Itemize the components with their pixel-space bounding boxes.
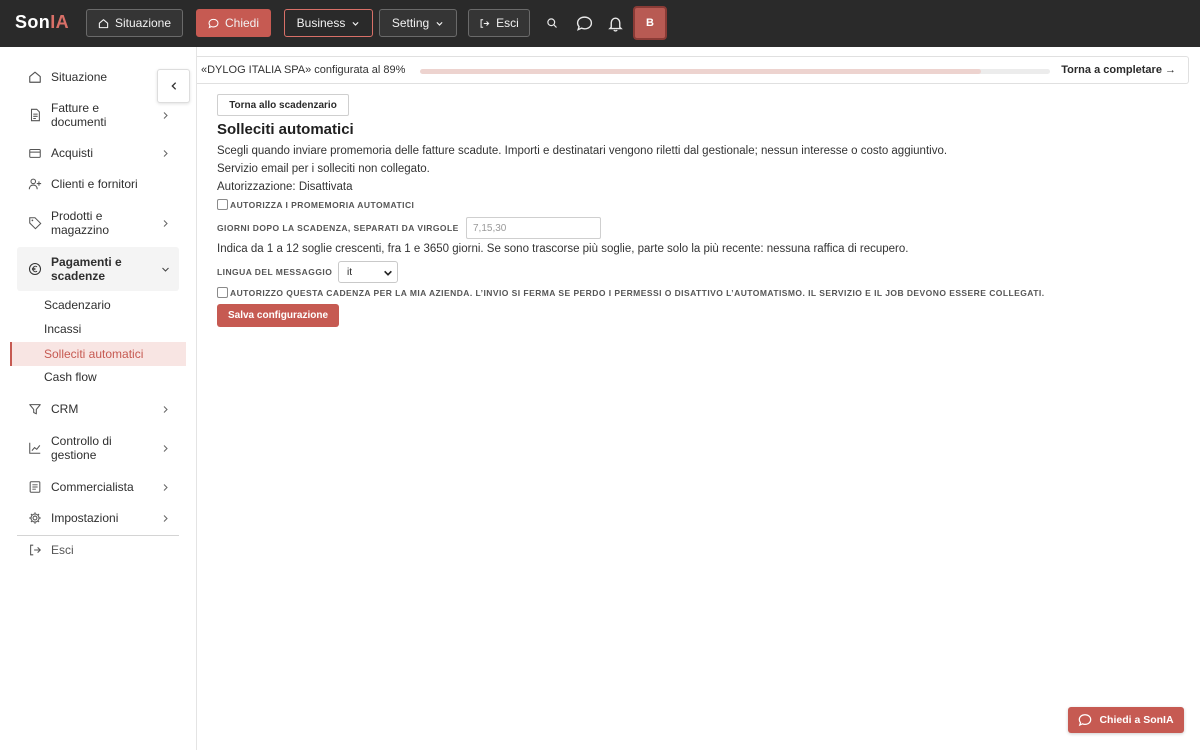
authorize-reminders-label: Autorizza i promemoria automatici [230,199,415,210]
setup-progress-fill [420,69,981,74]
home-icon [27,69,43,85]
home-icon [98,18,109,28]
logo-prefix: Son [15,12,51,32]
sidebar-item-fatture[interactable]: Fatture e documenti [17,99,179,131]
situazione-button[interactable]: Situazione [86,9,183,37]
setup-progress-text: «DYLOG ITALIA SPA» configurata al 89% [201,64,406,76]
sidebar-item-label: Impostazioni [51,511,119,525]
chevron-down-icon [159,263,171,275]
wallet-icon [27,145,43,161]
top-bar: SonIA Situazione Chiedi Business Setting… [0,0,1200,47]
sidebar-item-clienti[interactable]: Clienti e fornitori [17,174,179,194]
sidebar-subitem-incassi[interactable]: Incassi [44,322,81,336]
sidebar-item-label: Clienti e fornitori [51,177,138,191]
sidebar-item-acquisti[interactable]: Acquisti [17,143,179,163]
document-icon [27,107,43,123]
language-select[interactable]: it [338,261,398,283]
sidebar-item-controllo[interactable]: Controllo di gestione [17,432,179,464]
esci-button[interactable]: Esci [468,9,530,37]
sidebar-item-label: Prodotti e magazzino [51,209,110,237]
sidebar-divider [17,535,179,536]
chevron-right-icon [159,442,171,454]
ledger-icon [27,479,43,495]
business-label: Business [296,16,346,30]
euro-icon [27,261,43,277]
chevron-right-icon [159,109,171,121]
setup-progress-bar [420,69,1050,74]
bell-icon[interactable] [605,13,625,33]
sidebar-item-situazione[interactable]: Situazione [17,67,179,87]
setup-progress-banner: «DYLOG ITALIA SPA» configurata al 89% To… [197,56,1189,84]
chiedi-label: Chiedi [224,16,260,30]
sidebar-item-label: Controllo di gestione [51,434,112,462]
sidebar-item-pagamenti[interactable]: Pagamenti e scadenze [17,247,179,291]
logout-icon [480,18,490,28]
tag-icon [27,215,43,231]
chevron-right-icon [159,403,171,415]
user-avatar[interactable]: B [633,6,667,40]
chevron-down-icon [384,270,392,276]
search-icon[interactable] [542,13,562,33]
situazione-label: Situazione [114,16,172,30]
chevron-down-icon [352,21,359,26]
days-field-label: Giorni dopo la scadenza, separati da vir… [217,223,459,233]
setting-label: Setting [391,16,430,30]
logo-suffix: IA [50,12,70,32]
sidebar-item-label: Pagamenti e scadenze [51,255,122,283]
consent-label: Autorizzo questa cadenza per la mia azie… [230,287,1045,298]
authorization-status: Autorizzazione: Disattivata [217,181,353,193]
gear-icon [27,510,43,526]
authorize-reminders-row: Autorizza i promemoria automatici [217,199,414,210]
chiedi-button[interactable]: Chiedi [196,9,271,37]
chevron-right-icon [159,512,171,524]
sidebar-item-label: Esci [51,543,74,557]
consent-row: Autorizzo questa cadenza per la mia azie… [217,287,1045,298]
continue-setup-link[interactable]: Torna a completare → [1061,64,1176,76]
back-to-scadenzario-button[interactable]: Torna allo scadenzario [217,94,349,116]
sidebar: Situazione Fatture e documenti Acquisti … [0,47,197,750]
days-help-text: Indica da 1 a 12 soglie crescenti, fra 1… [217,243,909,255]
logout-icon [27,542,43,558]
sidebar-subitem-solleciti[interactable]: Solleciti automatici [10,342,186,366]
business-menu-button[interactable]: Business [284,9,373,37]
language-selected-value: it [347,266,352,278]
sidebar-item-label: Situazione [51,70,108,84]
sidebar-item-label: CRM [51,402,79,416]
chat-icon [1079,714,1092,727]
chevron-right-icon [159,481,171,493]
setting-menu-button[interactable]: Setting [379,9,457,37]
user-plus-icon [27,176,43,192]
sidebar-item-commercialista[interactable]: Commercialista [17,477,179,497]
chat-icon [208,18,219,28]
sidebar-item-impostazioni[interactable]: Impostazioni [17,508,179,528]
sidebar-item-esci[interactable]: Esci [17,540,179,560]
chevron-right-icon [159,147,171,159]
language-field-label: Lingua del messaggio [217,267,333,277]
email-service-status: Servizio email per i solleciti non colle… [217,163,430,175]
chevron-down-icon [436,21,443,26]
chart-icon [27,440,43,456]
page-title: Solleciti automatici [217,121,354,138]
funnel-icon [27,401,43,417]
authorize-reminders-checkbox[interactable] [217,199,228,210]
consent-checkbox[interactable] [217,287,228,298]
ask-sonia-button[interactable]: Chiedi a SonIA [1068,707,1184,733]
esci-label: Esci [496,16,519,30]
ask-sonia-label: Chiedi a SonIA [1099,714,1174,726]
days-thresholds-input[interactable]: 7,15,30 [466,217,601,239]
messages-icon[interactable] [574,13,594,33]
sidebar-item-label: Commercialista [51,480,134,494]
page-description: Scegli quando inviare promemoria delle f… [217,145,948,157]
sidebar-subitem-scadenzario[interactable]: Scadenzario [44,298,111,312]
sidebar-item-prodotti[interactable]: Prodotti e magazzino [17,207,179,239]
sidebar-item-label: Acquisti [51,146,94,160]
chevron-right-icon [159,217,171,229]
sidebar-item-label: Fatture e documenti [51,101,107,129]
sidebar-subitem-cashflow[interactable]: Cash flow [44,370,97,384]
app-logo[interactable]: SonIA [15,12,69,33]
save-configuration-button[interactable]: Salva configurazione [217,304,339,327]
sidebar-item-crm[interactable]: CRM [17,399,179,419]
